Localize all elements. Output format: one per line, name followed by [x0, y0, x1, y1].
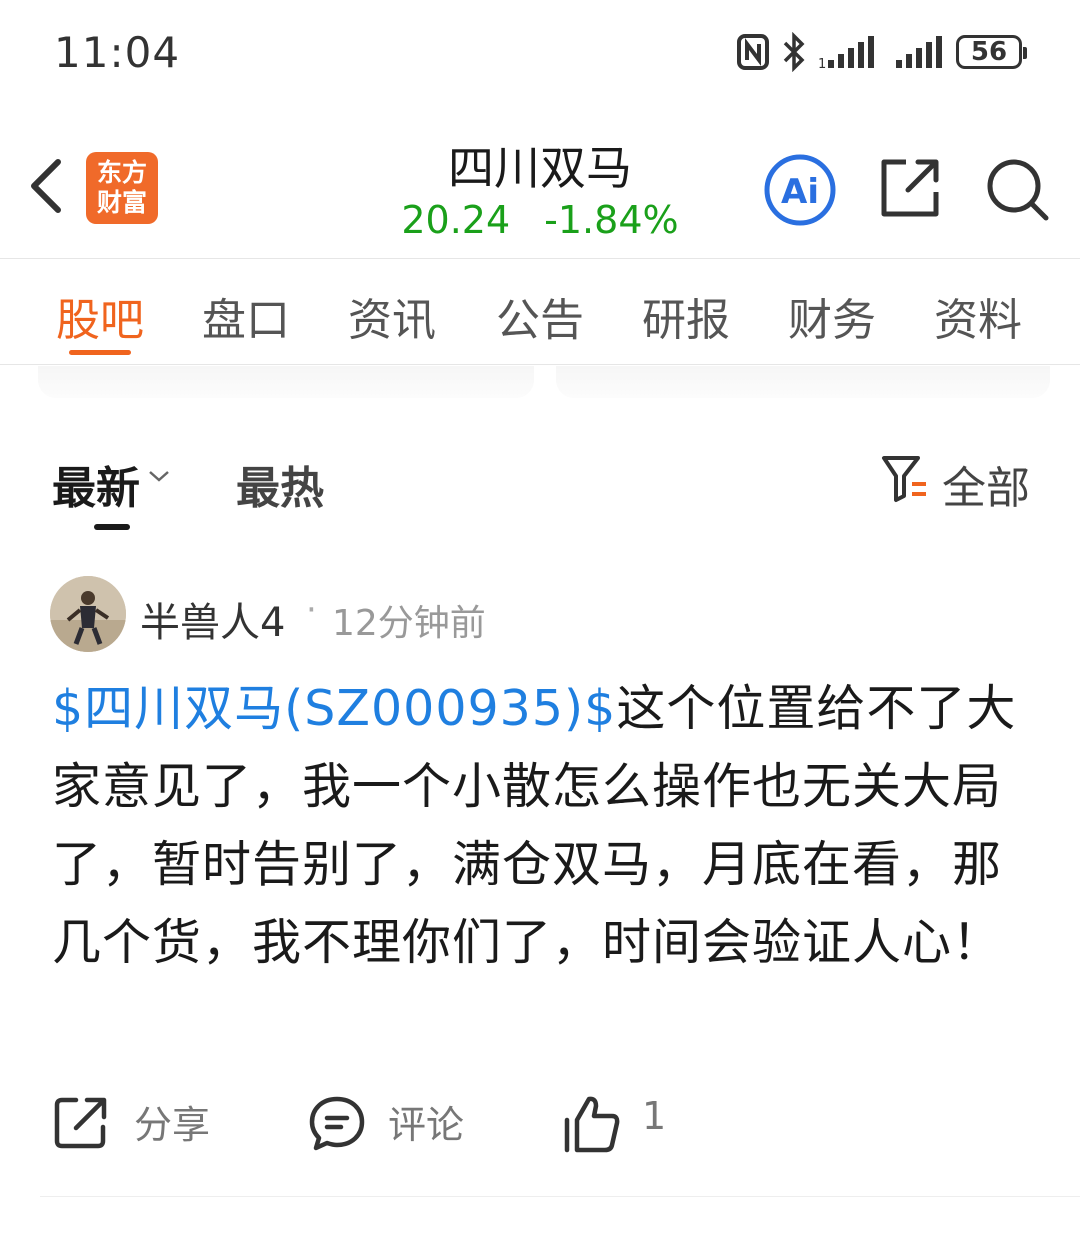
ai-assistant-icon[interactable]: Ai [762, 152, 838, 228]
avatar-photo [50, 576, 126, 652]
signal-strength-1-icon: 1 [818, 36, 874, 70]
tab-research[interactable]: 研报 [642, 284, 730, 348]
divider [40, 1196, 1080, 1197]
stock-price: 20.24 [401, 198, 511, 242]
tab-pankou[interactable]: 盘口 [202, 284, 290, 348]
bluetooth-icon [783, 32, 805, 72]
tab-profile[interactable]: 资料 [934, 284, 1022, 348]
stock-header: 东方 财富 四川双马 20.24 -1.84% Ai [0, 110, 1080, 259]
svg-text:1: 1 [818, 57, 826, 70]
status-icons: 1 56 [736, 30, 1027, 74]
tab-finance[interactable]: 财务 [788, 284, 876, 348]
stock-tag-link[interactable]: $四川双马(SZ000935)$ [52, 680, 616, 737]
avatar[interactable] [50, 576, 126, 652]
share-icon[interactable] [878, 156, 942, 220]
share-icon[interactable] [52, 1094, 110, 1152]
status-time: 11:04 [54, 28, 181, 77]
share-label[interactable]: 分享 [134, 1094, 210, 1149]
tab-guba[interactable]: 股吧 [56, 284, 144, 348]
comment-icon[interactable] [308, 1094, 366, 1152]
chevron-down-icon[interactable] [146, 466, 172, 486]
like-count[interactable]: 1 [642, 1094, 666, 1138]
svg-text:Ai: Ai [781, 172, 819, 212]
thumbs-up-icon[interactable] [562, 1094, 622, 1154]
filter-all[interactable]: 全部 [942, 452, 1030, 516]
post-username[interactable]: 半兽人4 [140, 590, 285, 648]
signal-strength-2-icon [896, 36, 942, 68]
sort-newest[interactable]: 最新 [52, 452, 140, 516]
status-bar: 11:04 1 56 [0, 0, 1080, 100]
meta-separator: · [306, 590, 317, 630]
post-actions: 分享 评论 1 [0, 1090, 1080, 1160]
search-icon[interactable] [984, 156, 1052, 224]
sort-indicator [94, 524, 130, 530]
stock-tabs: 股吧 盘口 资讯 公告 研报 财务 资料 [0, 258, 1080, 365]
stock-change: -1.84% [544, 198, 679, 242]
sort-hottest[interactable]: 最热 [236, 452, 324, 516]
collapsed-cards [38, 366, 1050, 400]
comment-label[interactable]: 评论 [388, 1094, 464, 1149]
active-tab-indicator [69, 350, 131, 355]
nfc-icon [737, 34, 769, 70]
post-content[interactable]: $四川双马(SZ000935)$这个位置给不了大家意见了，我一个小散怎么操作也无… [52, 670, 1032, 982]
tab-news[interactable]: 资讯 [348, 284, 436, 348]
post-time: 12分钟前 [332, 603, 486, 644]
filter-icon[interactable] [880, 452, 930, 504]
battery-icon: 56 [956, 35, 1027, 69]
tab-announcements[interactable]: 公告 [496, 284, 584, 348]
